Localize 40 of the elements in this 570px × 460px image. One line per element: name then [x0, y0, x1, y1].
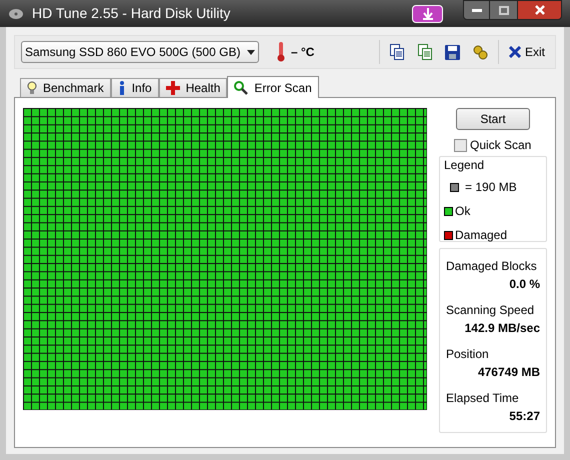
legend-label: Ok [455, 204, 470, 218]
info-icon [118, 81, 126, 95]
close-icon [508, 46, 521, 58]
stat-value: 0.0 % [509, 276, 540, 293]
down-arrow-icon [422, 8, 434, 20]
download-button[interactable] [412, 4, 443, 22]
stat-value: 142.9 MB/sec [464, 320, 540, 337]
maximize-icon [498, 6, 508, 14]
start-button[interactable]: Start [456, 108, 530, 130]
exit-button[interactable]: Exit [504, 41, 549, 63]
tab[interactable]: Error Scan [227, 76, 319, 98]
maximize-button[interactable] [490, 0, 517, 20]
copy-icon [418, 44, 432, 60]
close-icon [534, 5, 544, 15]
temperature-reading: – °C [291, 44, 314, 61]
minimize-button[interactable] [463, 0, 490, 20]
window-title: HD Tune 2.55 - Hard Disk Utility [32, 4, 232, 23]
stat-label: Position [446, 346, 490, 363]
lightbulb-icon [27, 81, 37, 95]
magnifier-icon [234, 80, 248, 94]
stat-label: Damaged Blocks [446, 258, 538, 275]
minimize-icon [472, 8, 482, 12]
caret-icon [247, 50, 255, 54]
legend-label: Damaged [455, 228, 508, 242]
stat-value: 476749 MB [478, 364, 540, 381]
stat-label: Elapsed Time [446, 390, 520, 407]
thermometer-icon [277, 42, 285, 62]
close-button[interactable] [517, 0, 562, 20]
drive-dropdown[interactable]: Samsung SSD 860 EVO 500G (500 GB) [21, 41, 259, 63]
quick-scan-checkbox[interactable]: Quick Scan [454, 136, 547, 154]
tab[interactable]: Benchmark [20, 78, 111, 97]
disk-icon [8, 8, 24, 20]
stat-label: Scanning Speed [446, 302, 536, 319]
tab[interactable]: Info [110, 78, 159, 97]
stat-value: 55:27 [509, 408, 540, 425]
cross-icon [166, 81, 180, 95]
legend-title: Legend [444, 157, 486, 174]
copy-icon [390, 44, 404, 60]
legend-label: = 190 MB [465, 180, 517, 194]
tab[interactable]: Health [158, 78, 228, 97]
